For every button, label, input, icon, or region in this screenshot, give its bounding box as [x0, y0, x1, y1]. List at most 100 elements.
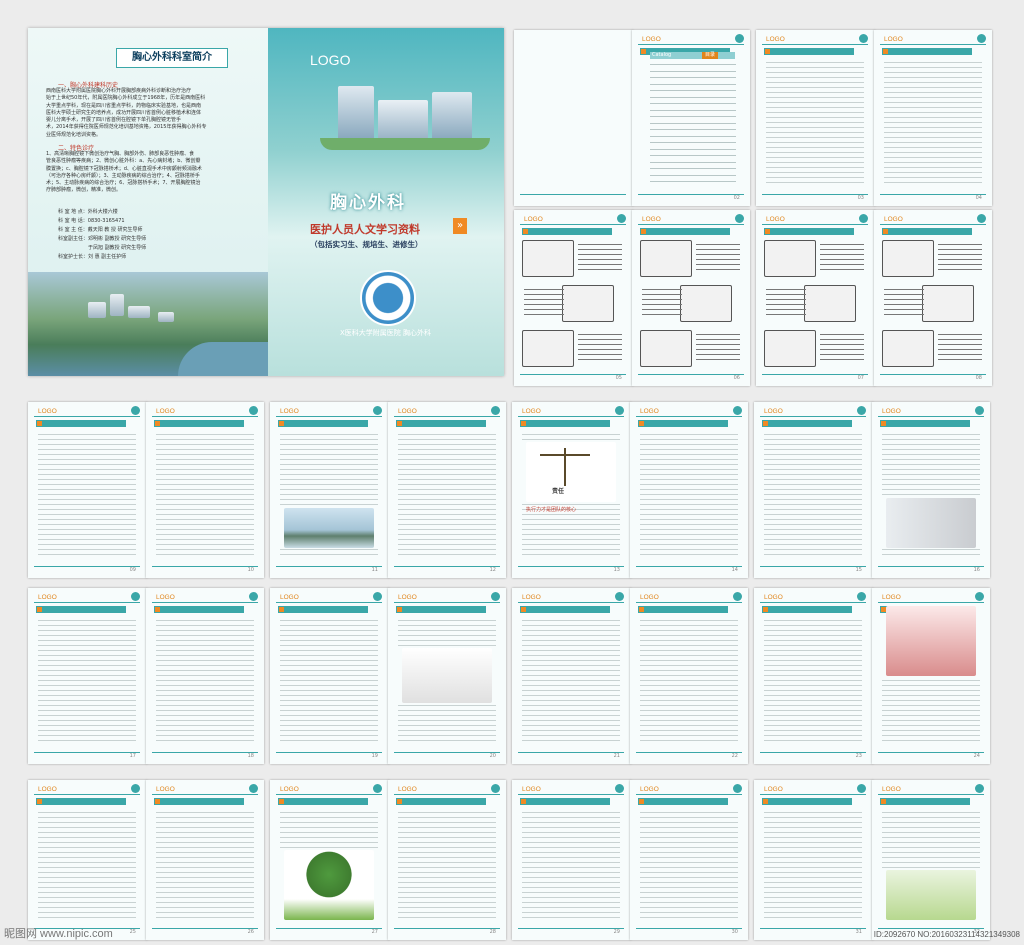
- page-footer-rule: [394, 566, 500, 567]
- text-line: [398, 902, 496, 903]
- text-line: [156, 832, 254, 833]
- text-line: [696, 359, 740, 360]
- page-emblem-icon: [859, 214, 868, 223]
- cover-front-panel: LOGO 胸心外科 医护人员人文学习资料 » （包括实习生、规培生、进修生） X…: [268, 28, 504, 376]
- text-line: [764, 907, 862, 908]
- text-line: [764, 700, 862, 701]
- text-line: [280, 837, 378, 838]
- page-footer-rule: [762, 194, 868, 195]
- text-line: [522, 539, 620, 540]
- cover-back-panel: 胸心外科科室简介 一、胸心外科建科历史 西南医科大学附属医院胸心外科开展胸部疾病…: [28, 28, 268, 376]
- text-line: [156, 554, 254, 555]
- text-line: [156, 827, 254, 828]
- text-line: [766, 152, 864, 153]
- text-line: [156, 812, 254, 813]
- text-line: [38, 700, 136, 701]
- page-number: 10: [247, 567, 254, 573]
- brochure-page: [514, 30, 633, 206]
- page-emblem-icon: [615, 784, 624, 793]
- text-line: [884, 62, 982, 63]
- cartoon-illustration: [640, 240, 692, 277]
- text-line: [156, 882, 254, 883]
- text-line: [764, 529, 862, 530]
- brochure-page: LOGO 05: [514, 210, 633, 386]
- text-line: [766, 67, 864, 68]
- text-line: [766, 82, 864, 83]
- chevron-right-icon: »: [453, 218, 467, 234]
- text-line: [398, 730, 496, 731]
- brochure-page: LOGO 14: [630, 402, 748, 578]
- text-line: [938, 339, 982, 340]
- text-line: [640, 620, 738, 621]
- text-line: [640, 740, 738, 741]
- text-line: [38, 630, 136, 631]
- text-line: [882, 685, 980, 686]
- text-line: [156, 444, 254, 445]
- page-number: 05: [615, 375, 622, 381]
- text-line: [938, 359, 982, 360]
- brochure-page: LOGO 08: [874, 210, 992, 386]
- text-line: [764, 444, 862, 445]
- text-line: [640, 479, 738, 480]
- text-line: [640, 695, 738, 696]
- text-line: [398, 645, 496, 646]
- text-line: [522, 660, 620, 661]
- execution-caption: 执行力才是团队的核心: [526, 507, 577, 513]
- text-line: [764, 675, 862, 676]
- page-section-heading: [882, 48, 972, 55]
- text-line: [38, 469, 136, 470]
- page-section-heading: [520, 798, 610, 805]
- text-line: [640, 454, 738, 455]
- text-line: [882, 444, 980, 445]
- text-line: [884, 87, 982, 88]
- text-line: [578, 254, 622, 255]
- page-header-rule: [760, 602, 866, 603]
- text-line: [38, 464, 136, 465]
- page-section-heading: [638, 420, 728, 427]
- text-line: [398, 822, 496, 823]
- text-line: [640, 882, 738, 883]
- text-line: [38, 444, 136, 445]
- text-line: [640, 817, 738, 818]
- text-line: [640, 514, 738, 515]
- brochure-page: LOGO 23: [754, 588, 873, 764]
- text-line: [38, 872, 136, 873]
- page-number: 07: [857, 375, 864, 381]
- page-header-rule: [152, 416, 258, 417]
- text-line: [38, 454, 136, 455]
- text-line: [156, 862, 254, 863]
- page-logo: LOGO: [38, 594, 57, 601]
- page-logo: LOGO: [38, 786, 57, 793]
- text-line: [882, 695, 980, 696]
- text-line: [640, 720, 738, 721]
- text-line: [38, 695, 136, 696]
- text-line: [524, 289, 564, 290]
- text-line: [398, 444, 496, 445]
- text-line: [38, 524, 136, 525]
- text-line: [764, 620, 862, 621]
- text-line: [764, 892, 862, 893]
- text-line: [764, 524, 862, 525]
- text-line: [522, 680, 620, 681]
- page-illustration: [284, 508, 374, 548]
- text-line: [280, 700, 378, 701]
- text-line: [578, 264, 622, 265]
- page-logo: LOGO: [524, 216, 543, 223]
- text-line: [640, 524, 738, 525]
- text-line: [640, 887, 738, 888]
- cartoon-illustration: [764, 240, 816, 277]
- page-header-rule: [276, 794, 382, 795]
- text-line: [640, 459, 738, 460]
- text-line: [764, 665, 862, 666]
- toc-entry: [650, 122, 736, 124]
- text-line: [884, 314, 924, 315]
- text-line: [38, 494, 136, 495]
- page-number: 29: [613, 929, 620, 935]
- text-line: [696, 264, 740, 265]
- text-line: [938, 244, 982, 245]
- text-line: [640, 735, 738, 736]
- page-logo: LOGO: [640, 594, 659, 601]
- text-line: [38, 670, 136, 671]
- text-line: [398, 862, 496, 863]
- text-line: [884, 127, 982, 128]
